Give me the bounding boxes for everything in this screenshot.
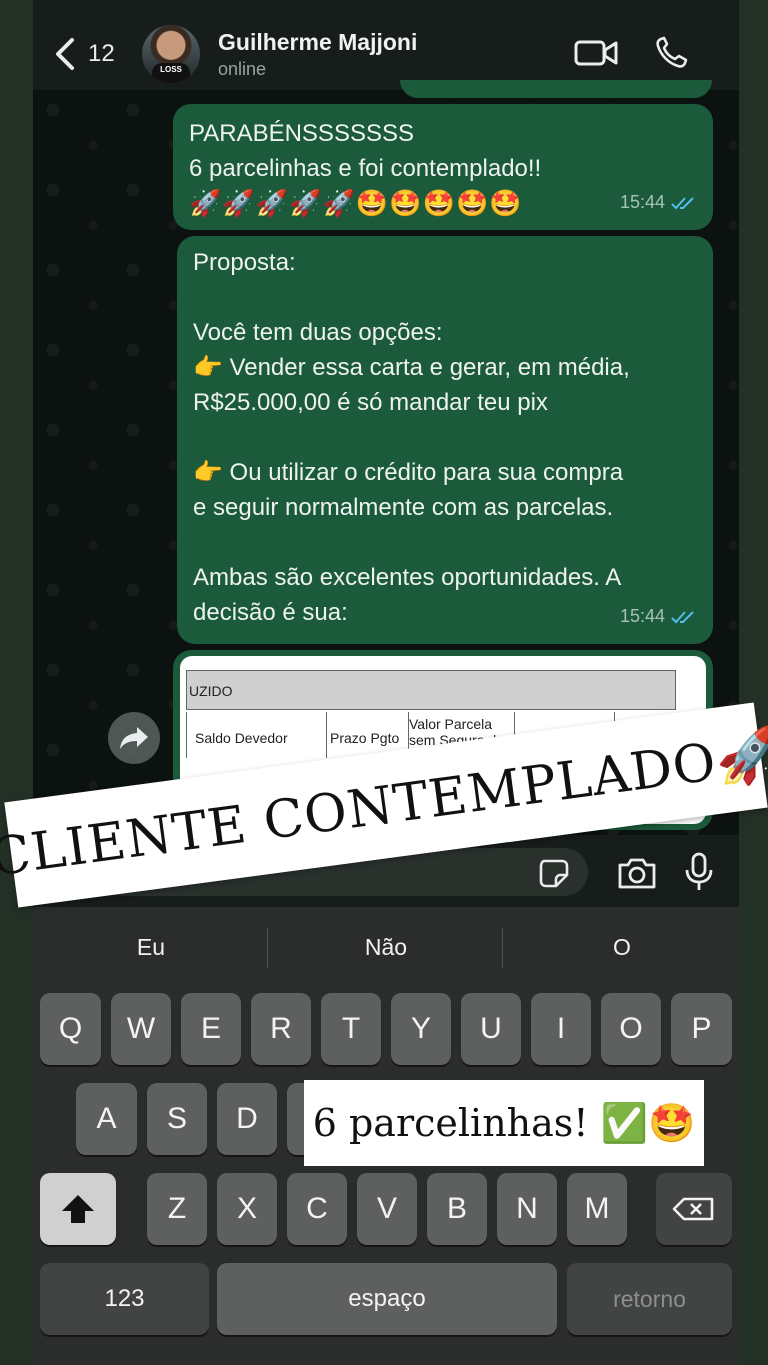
backspace-icon xyxy=(672,1197,714,1221)
avatar[interactable]: LOSS xyxy=(142,25,200,83)
key-i[interactable]: I xyxy=(531,993,591,1065)
message-time: 15:44 xyxy=(619,192,665,212)
message-line: e seguir normalmente com as parcelas. xyxy=(193,494,614,521)
key-r[interactable]: R xyxy=(251,993,311,1065)
key-s[interactable]: S xyxy=(147,1083,207,1155)
message-line: PARABÉNSSSSSSS xyxy=(189,120,414,147)
message-bubble[interactable]: Proposta: Você tem duas opções: 👉 Vender… xyxy=(177,236,713,644)
shift-key[interactable] xyxy=(40,1173,116,1245)
key-m[interactable]: M xyxy=(567,1173,627,1245)
microphone-icon[interactable] xyxy=(684,852,714,892)
key-n[interactable]: N xyxy=(497,1173,557,1245)
numbers-key[interactable]: 123 xyxy=(40,1263,209,1335)
contact-name[interactable]: Guilherme Majjoni xyxy=(218,29,417,56)
document-table-header: UZIDO xyxy=(186,670,676,710)
forward-button[interactable] xyxy=(108,712,160,764)
message-line: Proposta: xyxy=(193,249,296,276)
video-call-icon[interactable] xyxy=(574,38,618,68)
suggestion-divider xyxy=(267,928,268,968)
key-z[interactable]: Z xyxy=(147,1173,207,1245)
message-time: 15:44 xyxy=(619,606,665,626)
message-line xyxy=(193,280,697,315)
message-line xyxy=(193,525,697,560)
message-line: R$25.000,00 é só mandar teu pix xyxy=(193,389,548,416)
suggestion-nao[interactable]: Não xyxy=(340,934,432,961)
message-line: Ambas são excelentes oportunidades. A xyxy=(193,564,622,591)
sticker-icon[interactable] xyxy=(538,858,570,888)
space-key[interactable]: espaço xyxy=(217,1263,557,1335)
message-line: Você tem duas opções: xyxy=(193,319,443,346)
message-line: 👉 Ou utilizar o crédito para sua compra xyxy=(193,459,624,486)
parcelinhas-sticker: 6 parcelinhas! ✅🤩 xyxy=(304,1080,704,1166)
document-column: Saldo Devedor xyxy=(186,712,327,758)
suggestion-eu[interactable]: Eu xyxy=(105,934,197,961)
key-p[interactable]: P xyxy=(671,993,732,1065)
camera-icon[interactable] xyxy=(616,856,658,890)
key-a[interactable]: A xyxy=(76,1083,137,1155)
message-line: 👉 Vender essa carta e gerar, em média, xyxy=(193,354,630,381)
suggestion-divider xyxy=(502,928,503,968)
key-x[interactable]: X xyxy=(217,1173,277,1245)
message-bubble[interactable]: PARABÉNSSSSSSS 6 parcelinhas e foi conte… xyxy=(173,104,713,230)
suggestion-o[interactable]: O xyxy=(576,934,668,961)
backspace-key[interactable] xyxy=(656,1173,732,1245)
key-y[interactable]: Y xyxy=(391,993,451,1065)
unread-count[interactable]: 12 xyxy=(88,40,115,68)
back-chevron-icon[interactable] xyxy=(50,36,80,72)
key-q[interactable]: Q xyxy=(40,993,101,1065)
key-w[interactable]: W xyxy=(111,993,171,1065)
shift-arrow-icon xyxy=(62,1195,94,1223)
key-t[interactable]: T xyxy=(321,993,381,1065)
message-time-group: 15:44 xyxy=(620,599,697,634)
contact-status: online xyxy=(218,59,267,79)
message-line: 6 parcelinhas e foi contemplado!! xyxy=(189,155,542,182)
message-time-group: 15:44 xyxy=(620,185,697,220)
key-c[interactable]: C xyxy=(287,1173,347,1245)
phone-call-icon[interactable] xyxy=(654,36,690,70)
key-o[interactable]: O xyxy=(601,993,661,1065)
read-ticks-icon xyxy=(671,196,694,209)
key-u[interactable]: U xyxy=(461,993,521,1065)
return-key[interactable]: retorno xyxy=(567,1263,732,1335)
key-e[interactable]: E xyxy=(181,993,241,1065)
previous-message-stub xyxy=(400,80,712,98)
key-b[interactable]: B xyxy=(427,1173,487,1245)
read-ticks-icon xyxy=(671,610,694,623)
forward-arrow-icon xyxy=(120,727,148,749)
key-d[interactable]: D xyxy=(217,1083,277,1155)
avatar-shirt-text: LOSS xyxy=(152,63,190,83)
key-v[interactable]: V xyxy=(357,1173,417,1245)
sticker-text: 6 parcelinhas! ✅🤩 xyxy=(312,1100,696,1145)
message-line xyxy=(193,420,697,455)
